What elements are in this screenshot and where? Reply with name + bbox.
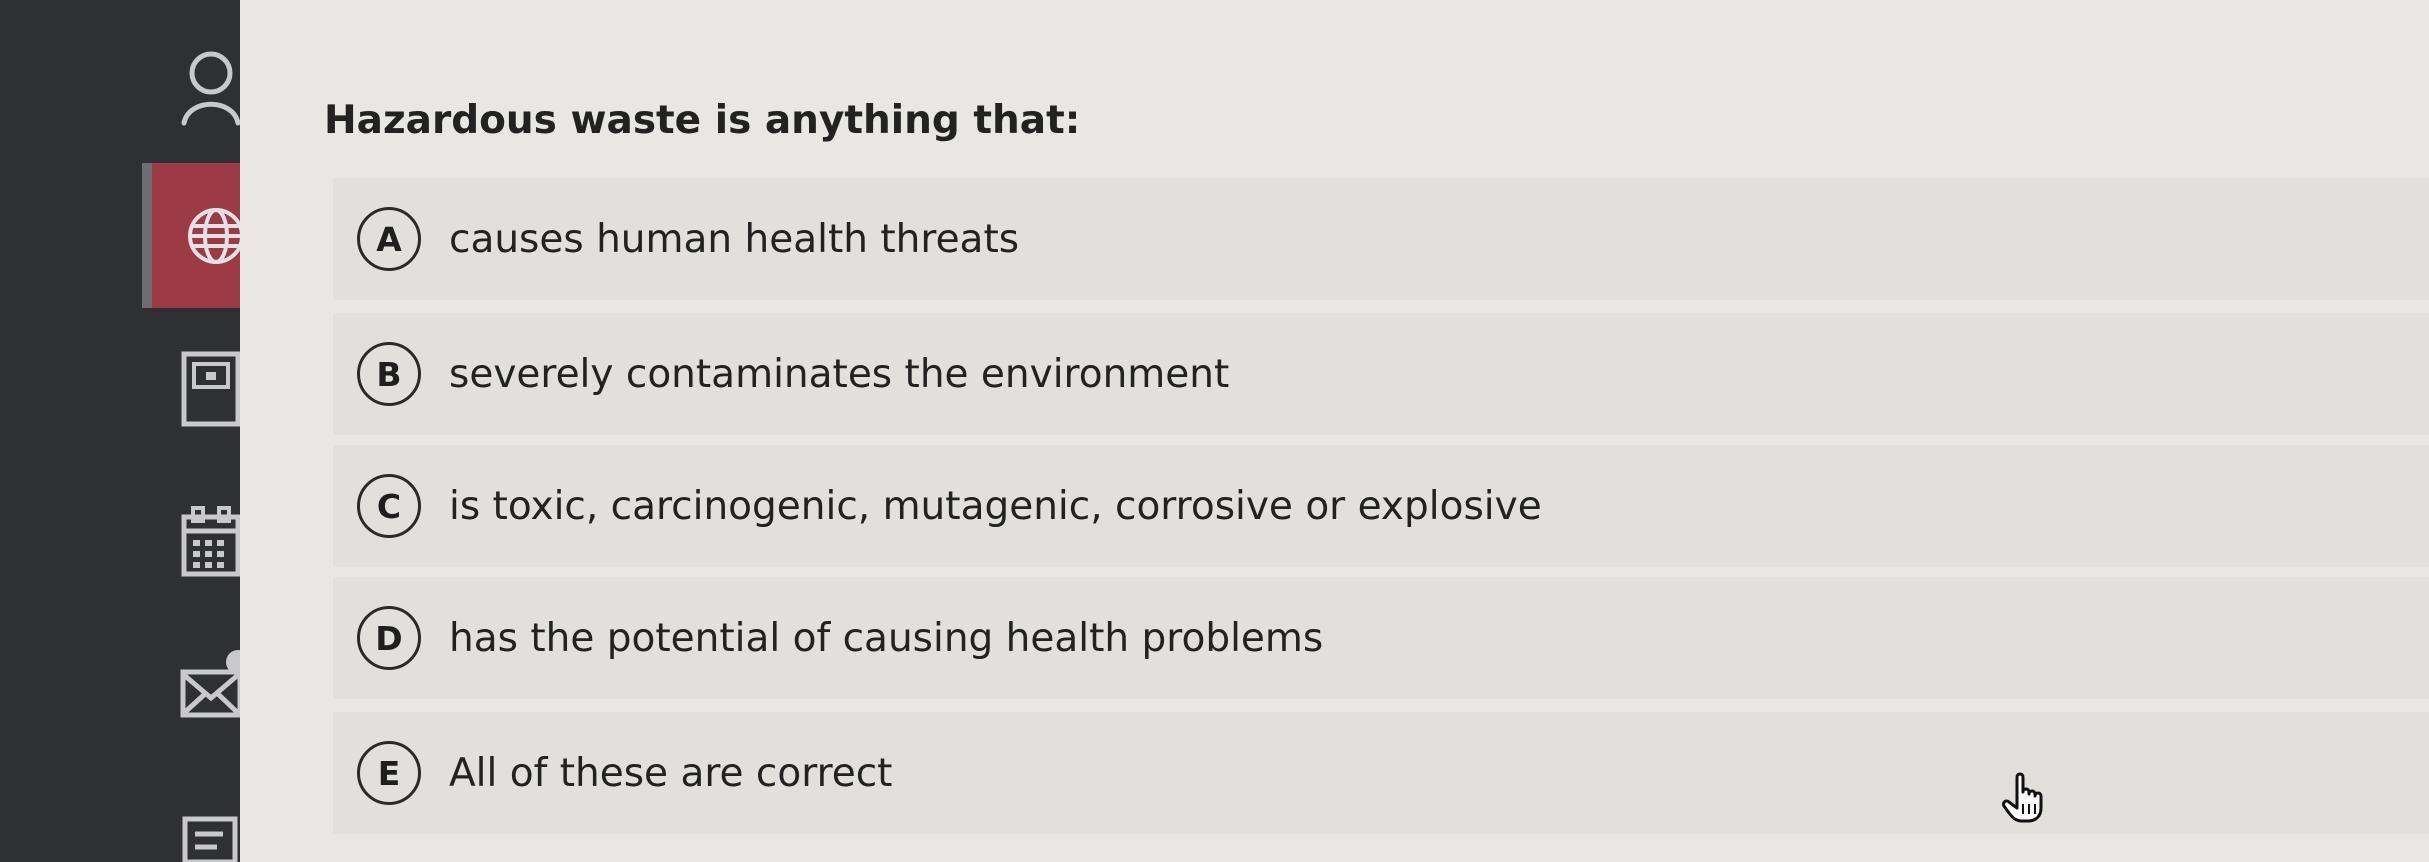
answer-option-c[interactable]: C is toxic, carcinogenic, mutagenic, cor… — [333, 445, 2429, 567]
user-icon[interactable] — [180, 50, 242, 130]
option-text-a: causes human health threats — [449, 216, 1020, 262]
option-text-e: All of these are correct — [449, 750, 893, 796]
option-text-c: is toxic, carcinogenic, mutagenic, corro… — [449, 483, 1542, 529]
option-letter-c: C — [357, 474, 421, 538]
answer-option-b[interactable]: B severely contaminates the environment — [333, 313, 2429, 435]
option-text-d: has the potential of causing health prob… — [449, 615, 1324, 661]
option-letter-a: A — [357, 207, 421, 271]
option-text-b: severely contaminates the environment — [449, 351, 1230, 397]
hand-pointer-icon — [2000, 770, 2050, 828]
globe-icon — [186, 206, 246, 266]
option-letter-b: B — [357, 342, 421, 406]
calculator-icon[interactable] — [180, 350, 242, 432]
question-text: Hazardous waste is anything that: — [324, 98, 1081, 144]
option-letter-e: E — [357, 741, 421, 805]
sidebar-item-globe[interactable] — [142, 163, 250, 308]
answer-option-e[interactable]: E All of these are correct — [333, 712, 2429, 834]
document-icon[interactable] — [180, 815, 242, 862]
calendar-icon[interactable] — [180, 506, 242, 582]
quiz-screen: Hazardous waste is anything that: A caus… — [0, 0, 2429, 862]
answer-option-d[interactable]: D has the potential of causing health pr… — [333, 577, 2429, 699]
left-sidebar — [0, 0, 250, 862]
option-letter-d: D — [357, 606, 421, 670]
question-panel: Hazardous waste is anything that: A caus… — [240, 0, 2429, 862]
answer-option-a[interactable]: A causes human health threats — [333, 178, 2429, 300]
